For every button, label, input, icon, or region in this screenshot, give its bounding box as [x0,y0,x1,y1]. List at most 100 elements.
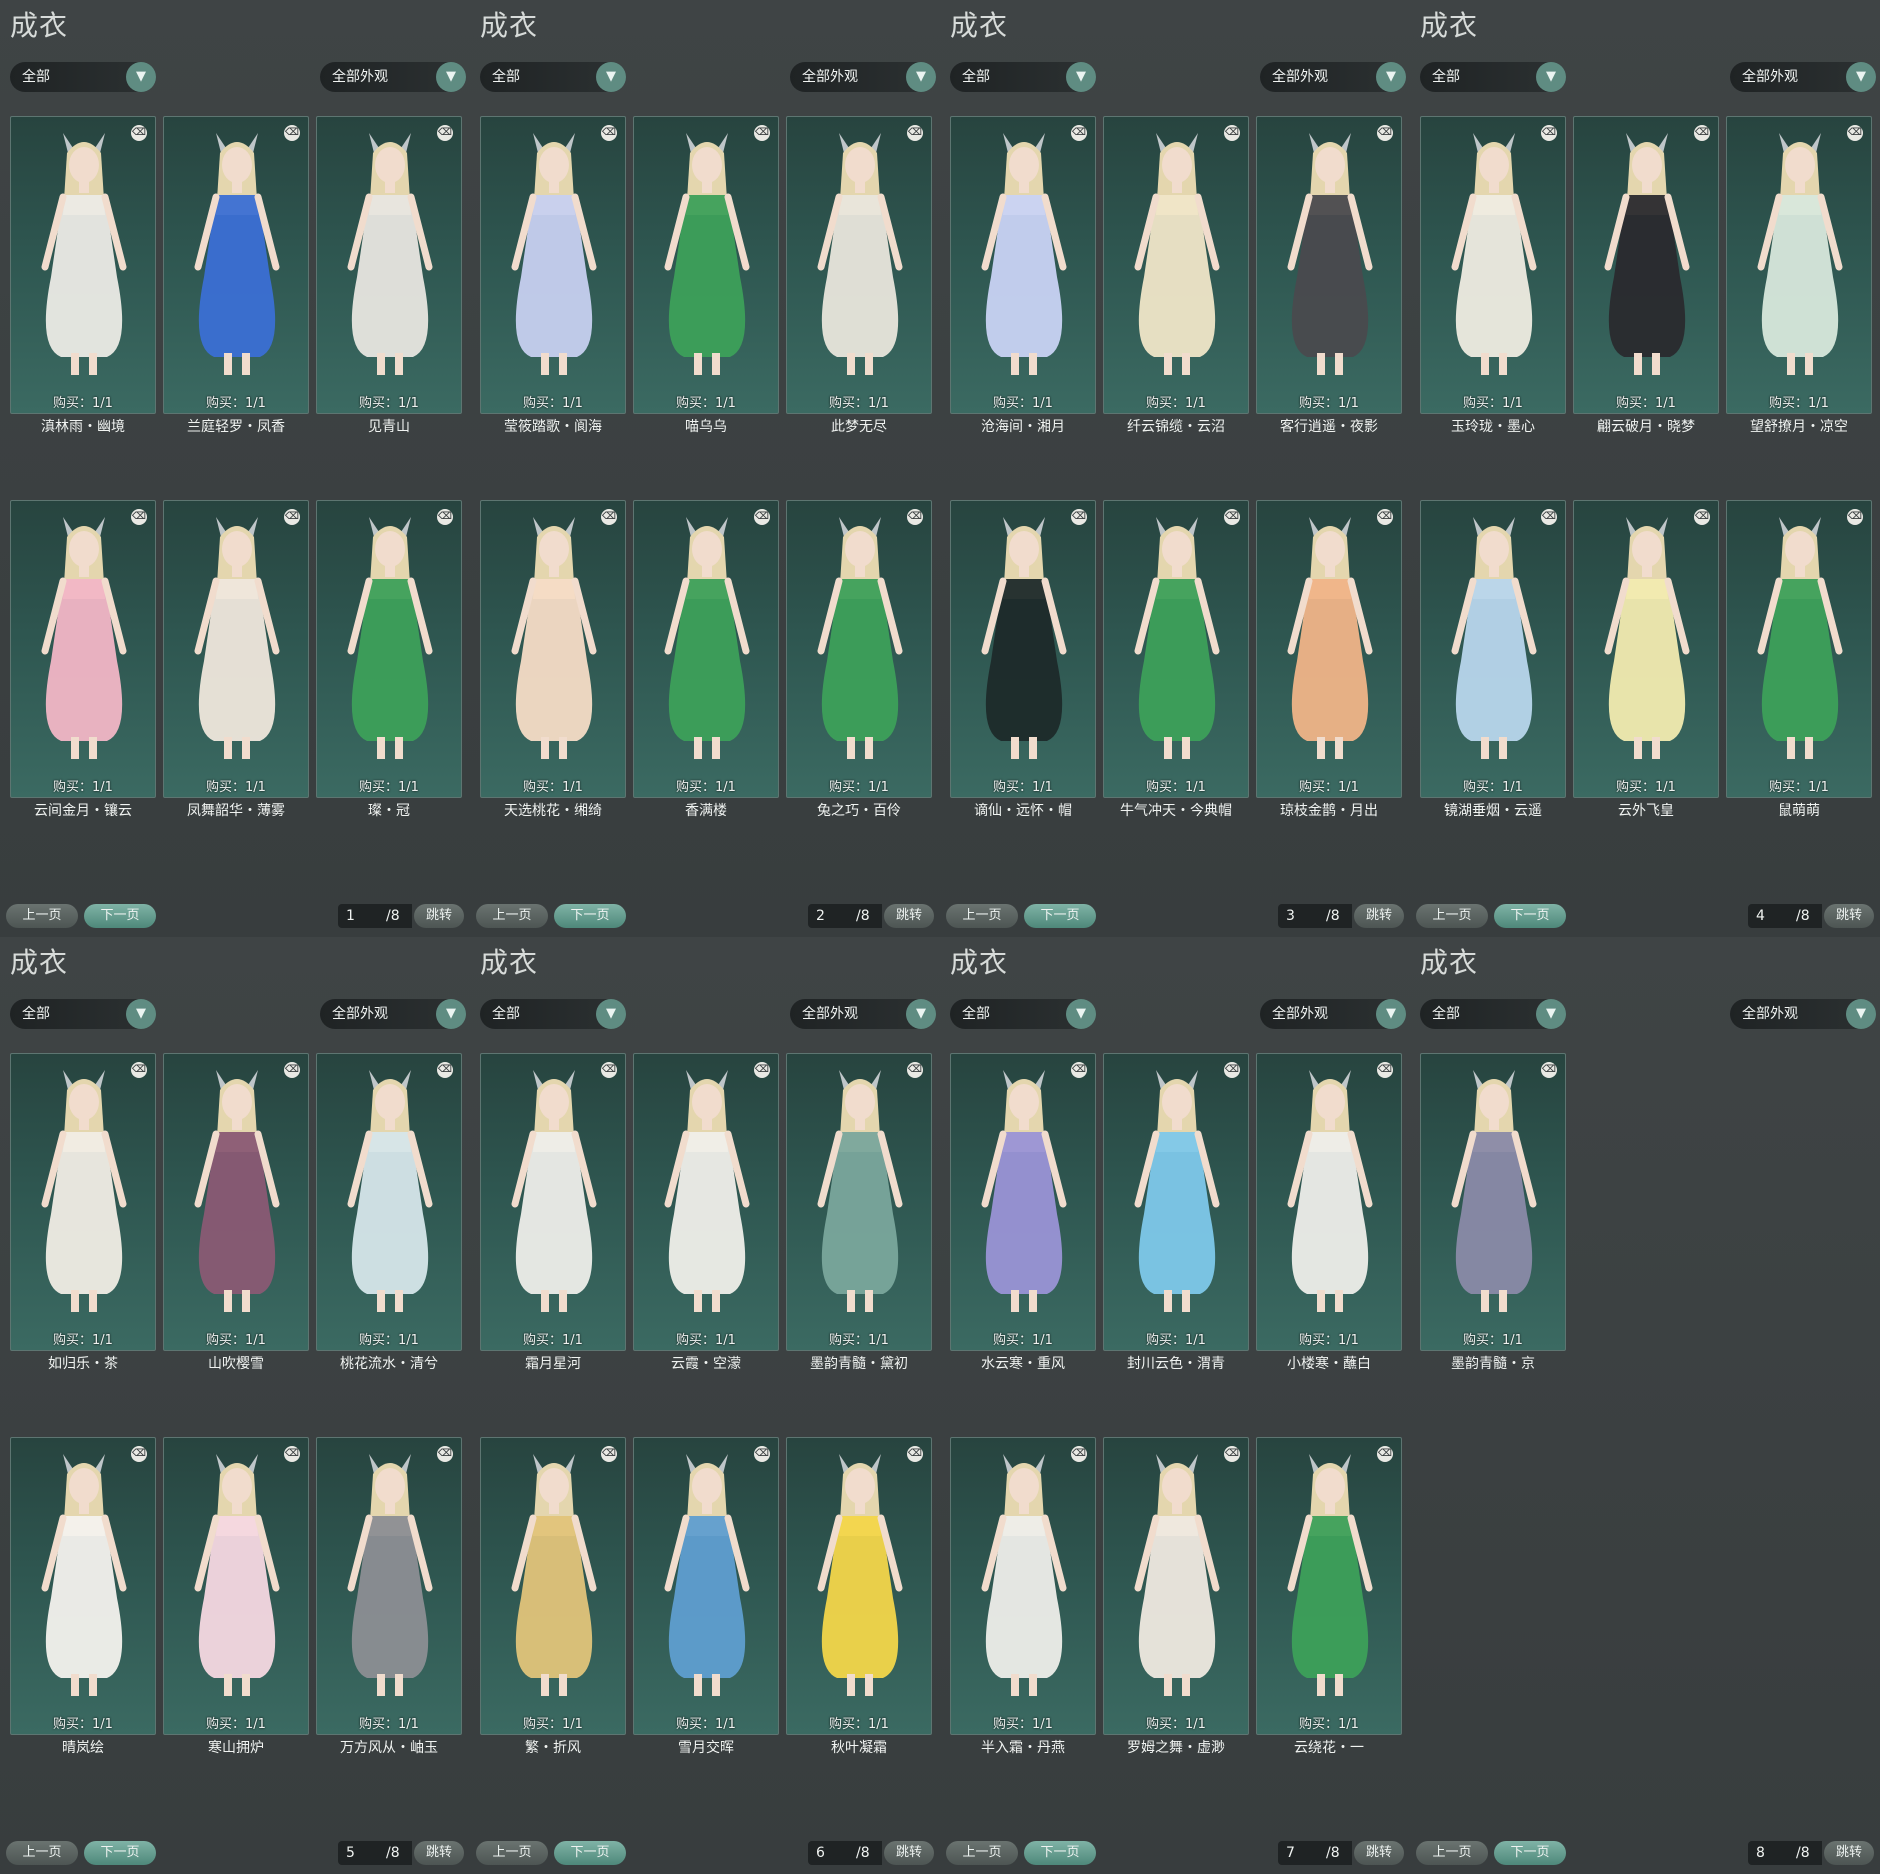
chevron-down-icon[interactable]: ▼ [906,999,936,1029]
page-number-input[interactable]: 6 [808,1841,856,1865]
trash-icon[interactable]: ⌫ [754,1446,770,1462]
outfit-card[interactable]: ⌫ 购买：1/1 [163,1053,309,1351]
trash-icon[interactable]: ⌫ [1224,125,1240,141]
outfit-card[interactable]: ⌫ 购买：1/1 [316,500,462,798]
outfit-card[interactable]: ⌫ 购买：1/1 [633,1053,779,1351]
appearance-filter-dropdown[interactable]: 全部外观 ▼ [790,62,936,92]
trash-icon[interactable]: ⌫ [1694,125,1710,141]
trash-icon[interactable]: ⌫ [437,1062,453,1078]
outfit-card[interactable]: ⌫ 购买：1/1 [1420,1053,1566,1351]
appearance-filter-dropdown[interactable]: 全部外观 ▼ [1730,999,1876,1029]
page-number-input[interactable]: 4 [1748,904,1796,928]
trash-icon[interactable]: ⌫ [1541,125,1557,141]
outfit-card[interactable]: ⌫ 购买：1/1 [1256,1053,1402,1351]
page-number-input[interactable]: 3 [1278,904,1326,928]
outfit-card[interactable]: ⌫ 购买：1/1 [163,500,309,798]
next-page-button[interactable]: 下一页 [1494,904,1566,928]
trash-icon[interactable]: ⌫ [1377,1062,1393,1078]
chevron-down-icon[interactable]: ▼ [126,62,156,92]
outfit-card[interactable]: ⌫ 购买：1/1 [786,1053,932,1351]
appearance-filter-dropdown[interactable]: 全部外观 ▼ [1260,62,1406,92]
trash-icon[interactable]: ⌫ [754,1062,770,1078]
outfit-card[interactable]: ⌫ 购买：1/1 [316,116,462,414]
trash-icon[interactable]: ⌫ [131,125,147,141]
jump-button[interactable]: 跳转 [1824,904,1874,928]
outfit-card[interactable]: ⌫ 购买：1/1 [480,500,626,798]
trash-icon[interactable]: ⌫ [907,1446,923,1462]
trash-icon[interactable]: ⌫ [907,125,923,141]
outfit-card[interactable]: ⌫ 购买：1/1 [480,1437,626,1735]
trash-icon[interactable]: ⌫ [284,1062,300,1078]
trash-icon[interactable]: ⌫ [131,1446,147,1462]
chevron-down-icon[interactable]: ▼ [436,999,466,1029]
outfit-card[interactable]: ⌫ 购买：1/1 [480,116,626,414]
trash-icon[interactable]: ⌫ [131,1062,147,1078]
category-filter-dropdown[interactable]: 全部 ▼ [1420,62,1566,92]
trash-icon[interactable]: ⌫ [601,125,617,141]
trash-icon[interactable]: ⌫ [437,1446,453,1462]
prev-page-button[interactable]: 上一页 [476,1841,548,1865]
outfit-card[interactable]: ⌫ 购买：1/1 [316,1053,462,1351]
trash-icon[interactable]: ⌫ [907,1062,923,1078]
outfit-card[interactable]: ⌫ 购买：1/1 [163,1437,309,1735]
trash-icon[interactable]: ⌫ [601,1446,617,1462]
next-page-button[interactable]: 下一页 [1494,1841,1566,1865]
trash-icon[interactable]: ⌫ [1541,509,1557,525]
prev-page-button[interactable]: 上一页 [946,904,1018,928]
jump-button[interactable]: 跳转 [884,1841,934,1865]
outfit-card[interactable]: ⌫ 购买：1/1 [950,116,1096,414]
chevron-down-icon[interactable]: ▼ [1066,999,1096,1029]
outfit-card[interactable]: ⌫ 购买：1/1 [1256,1437,1402,1735]
trash-icon[interactable]: ⌫ [1377,509,1393,525]
page-number-input[interactable]: 7 [1278,1841,1326,1865]
appearance-filter-dropdown[interactable]: 全部外观 ▼ [1730,62,1876,92]
outfit-card[interactable]: ⌫ 购买：1/1 [10,116,156,414]
trash-icon[interactable]: ⌫ [1541,1062,1557,1078]
page-number-input[interactable]: 1 [338,904,386,928]
prev-page-button[interactable]: 上一页 [6,904,78,928]
jump-button[interactable]: 跳转 [1354,1841,1404,1865]
trash-icon[interactable]: ⌫ [1377,125,1393,141]
outfit-card[interactable]: ⌫ 购买：1/1 [950,1437,1096,1735]
page-number-input[interactable]: 2 [808,904,856,928]
outfit-card[interactable]: ⌫ 购买：1/1 [1256,116,1402,414]
category-filter-dropdown[interactable]: 全部 ▼ [10,62,156,92]
next-page-button[interactable]: 下一页 [554,904,626,928]
outfit-card[interactable]: ⌫ 购买：1/1 [633,1437,779,1735]
outfit-card[interactable]: ⌫ 购买：1/1 [1256,500,1402,798]
outfit-card[interactable]: ⌫ 购买：1/1 [1103,1437,1249,1735]
outfit-card[interactable]: ⌫ 购买：1/1 [1103,116,1249,414]
trash-icon[interactable]: ⌫ [284,125,300,141]
prev-page-button[interactable]: 上一页 [6,1841,78,1865]
next-page-button[interactable]: 下一页 [84,904,156,928]
page-number-input[interactable]: 5 [338,1841,386,1865]
chevron-down-icon[interactable]: ▼ [1536,62,1566,92]
outfit-card[interactable]: ⌫ 购买：1/1 [316,1437,462,1735]
chevron-down-icon[interactable]: ▼ [1376,62,1406,92]
page-number-input[interactable]: 8 [1748,1841,1796,1865]
category-filter-dropdown[interactable]: 全部 ▼ [950,999,1096,1029]
prev-page-button[interactable]: 上一页 [1416,1841,1488,1865]
outfit-card[interactable]: ⌫ 购买：1/1 [10,1053,156,1351]
appearance-filter-dropdown[interactable]: 全部外观 ▼ [320,62,466,92]
jump-button[interactable]: 跳转 [884,904,934,928]
next-page-button[interactable]: 下一页 [554,1841,626,1865]
trash-icon[interactable]: ⌫ [284,509,300,525]
trash-icon[interactable]: ⌫ [754,125,770,141]
outfit-card[interactable]: ⌫ 购买：1/1 [786,116,932,414]
chevron-down-icon[interactable]: ▼ [1846,999,1876,1029]
trash-icon[interactable]: ⌫ [1071,1446,1087,1462]
outfit-card[interactable]: ⌫ 购买：1/1 [10,500,156,798]
trash-icon[interactable]: ⌫ [1224,1062,1240,1078]
trash-icon[interactable]: ⌫ [1071,1062,1087,1078]
trash-icon[interactable]: ⌫ [601,1062,617,1078]
trash-icon[interactable]: ⌫ [437,125,453,141]
outfit-card[interactable]: ⌫ 购买：1/1 [1726,116,1872,414]
chevron-down-icon[interactable]: ▼ [1536,999,1566,1029]
outfit-card[interactable]: ⌫ 购买：1/1 [950,500,1096,798]
trash-icon[interactable]: ⌫ [1847,125,1863,141]
outfit-card[interactable]: ⌫ 购买：1/1 [480,1053,626,1351]
outfit-card[interactable]: ⌫ 购买：1/1 [950,1053,1096,1351]
outfit-card[interactable]: ⌫ 购买：1/1 [786,500,932,798]
outfit-card[interactable]: ⌫ 购买：1/1 [1573,500,1719,798]
